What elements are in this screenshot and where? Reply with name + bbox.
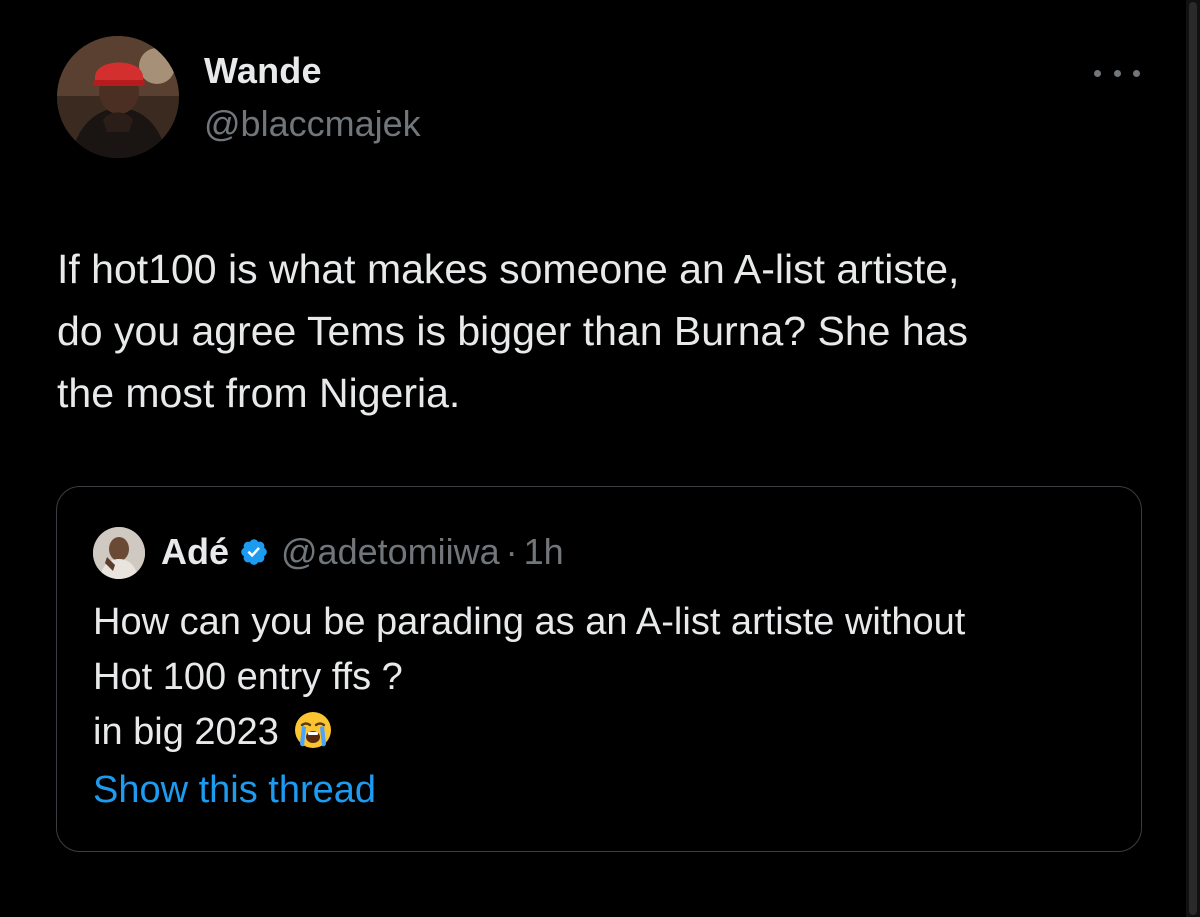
author-name[interactable]: Wande — [204, 50, 322, 92]
more-options-button[interactable] — [1094, 58, 1140, 88]
ellipsis-icon-dot — [1113, 69, 1121, 77]
header-separator: · — [505, 531, 518, 572]
quoted-tweet-line: in big 2023 — [93, 711, 279, 753]
quoted-author-avatar[interactable] — [93, 527, 145, 579]
scrollbar-thumb[interactable] — [1189, 2, 1197, 915]
ellipsis-icon-dot — [1133, 69, 1140, 77]
ellipsis-icon — [1094, 69, 1101, 77]
quoted-tweet-timestamp[interactable]: 1h — [524, 531, 564, 573]
quoted-tweet-line-with-emoji: in big 2023 — [93, 705, 1123, 766]
author-handle[interactable]: @blaccmajek — [204, 103, 421, 145]
quoted-tweet-line: Hot 100 entry ffs ? — [93, 656, 403, 698]
show-thread-link[interactable]: Show this thread — [93, 769, 376, 812]
quoted-tweet-text: How can you be parading as an A-list art… — [93, 595, 1123, 766]
author-avatar[interactable] — [57, 36, 179, 158]
quoted-tweet-line: How can you be parading as an A-list art… — [93, 601, 966, 643]
loudly-crying-face-icon — [293, 710, 333, 766]
verified-badge-icon — [239, 537, 269, 567]
quoted-tweet-card[interactable]: Adé @adetomiiwa · 1h How can you be para… — [56, 486, 1142, 852]
quoted-author-name[interactable]: Adé — [161, 531, 229, 573]
tweet: Wande @blaccmajek If hot100 is what make… — [0, 0, 1200, 917]
tweet-text: If hot100 is what makes someone an A-lis… — [57, 246, 968, 416]
quoted-author-handle[interactable]: @adetomiiwa — [281, 531, 500, 573]
quoted-tweet-header: Adé @adetomiiwa · 1h — [161, 531, 564, 573]
scrollbar[interactable] — [1186, 0, 1200, 917]
